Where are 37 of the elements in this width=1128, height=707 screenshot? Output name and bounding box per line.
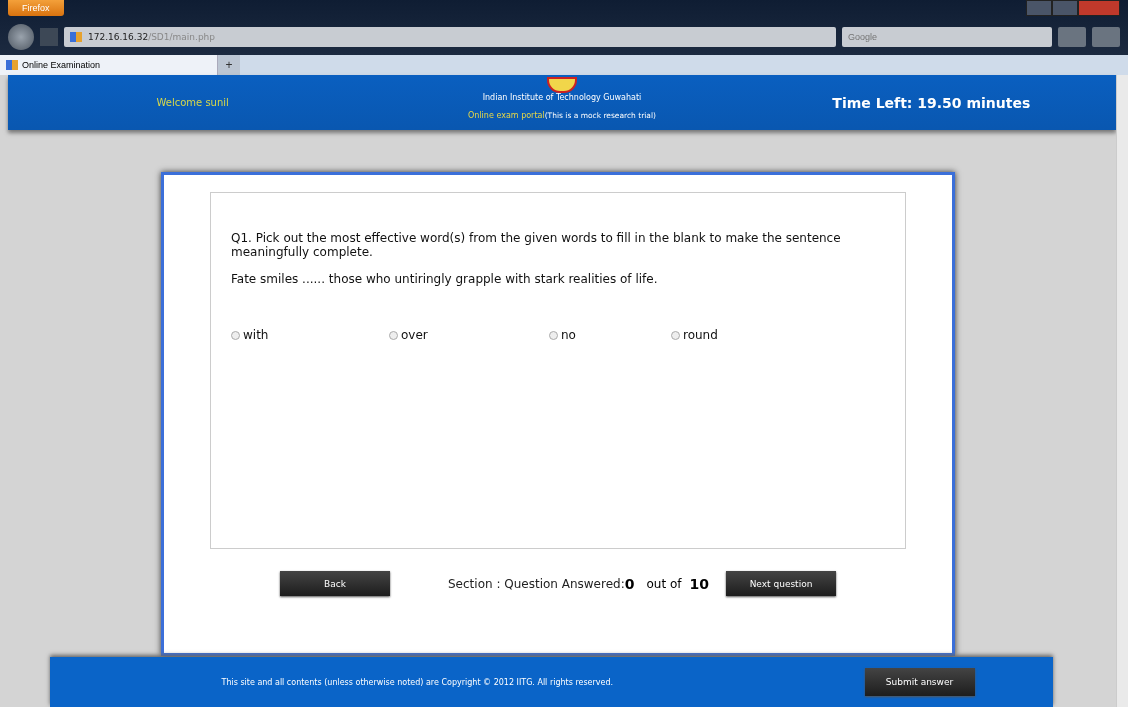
total-count: 10: [689, 575, 709, 592]
option-label: no: [561, 328, 576, 343]
question-text: Q1. Pick out the most effective word(s) from the given words to fill in the blank to make the sentence meaningfully complete.: [231, 231, 842, 260]
institute-name: Indian Institute of Technology Guwahati: [482, 93, 642, 102]
copyright-text: This site and all contents (unless otherwise noted) are Copyright © 2012 IITG. All rights reserved.: [221, 677, 614, 687]
next-question-button[interactable]: Next question: [726, 571, 836, 596]
new-tab-button[interactable]: +: [218, 55, 240, 75]
answer-option[interactable]: round: [671, 328, 771, 343]
minimize-button[interactable]: [1026, 0, 1052, 16]
back-button[interactable]: [8, 24, 34, 50]
close-button[interactable]: [1078, 0, 1120, 16]
address-bar[interactable]: 172.16.16.32/SD1/main.php: [64, 27, 836, 47]
logo-icon: [547, 77, 577, 93]
search-field[interactable]: Google: [842, 27, 1052, 47]
radio-button[interactable]: [549, 330, 558, 340]
answer-option[interactable]: no: [549, 328, 671, 343]
maximize-button[interactable]: [1052, 0, 1078, 16]
submit-answer-button[interactable]: Submit answer: [864, 668, 975, 696]
answered-count: 0: [624, 575, 635, 592]
option-label: with: [243, 328, 269, 343]
browser-tab[interactable]: Online Examination: [0, 55, 218, 75]
answer-option[interactable]: over: [389, 328, 549, 343]
scrollbar[interactable]: [1116, 75, 1128, 707]
option-label: over: [401, 328, 428, 343]
time-left: Time Left: 19.50 minutes: [832, 94, 1031, 111]
site-icon: [70, 32, 82, 42]
out-of-text: out of: [646, 576, 682, 591]
answer-option[interactable]: with: [231, 328, 389, 343]
radio-button[interactable]: [231, 330, 240, 340]
question-sentence: Fate smiles ...... those who untiringly grapple with stark realities of life.: [231, 271, 659, 287]
back-button[interactable]: Back: [280, 571, 390, 596]
option-label: round: [683, 328, 718, 343]
answered-status: Section : Question Answered:: [448, 576, 625, 591]
radio-button[interactable]: [671, 330, 680, 340]
radio-button[interactable]: [389, 330, 398, 340]
welcome-text: Welcome sunil: [156, 97, 229, 108]
portal-name: Online exam portal: [468, 111, 545, 120]
